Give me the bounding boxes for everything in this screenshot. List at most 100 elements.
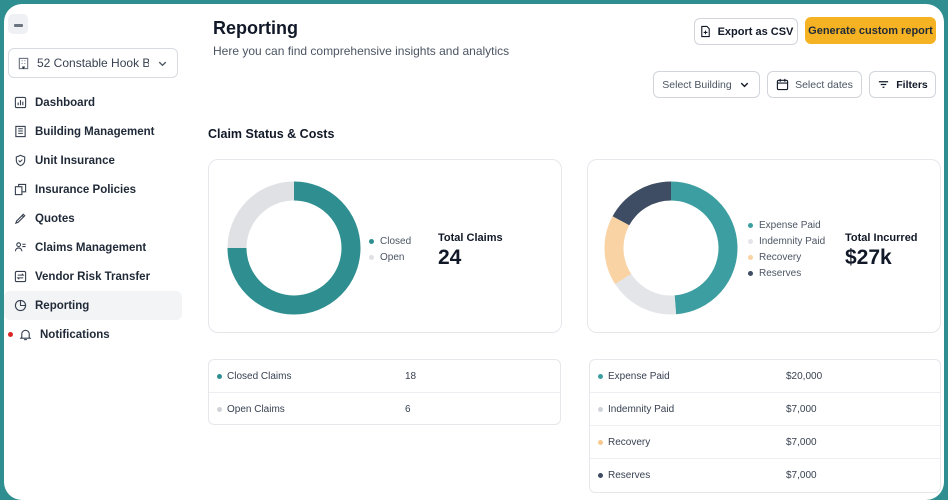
total-claims-label: Total Claims	[438, 232, 503, 244]
sidebar-nav: Dashboard Building Management Unit Insur…	[4, 88, 182, 349]
sidebar: 52 Constable Hook B... Dashboard Buildin…	[4, 4, 194, 500]
incurred-donut-chart	[604, 181, 738, 315]
incurred-table: Expense Paid $20,000 Indemnity Paid $7,0…	[589, 359, 941, 493]
row-name: Closed Claims	[209, 371, 405, 382]
page-subtitle: Here you can find comprehensive insights…	[213, 44, 510, 58]
row-name: Open Claims	[209, 404, 405, 415]
documents-icon	[14, 183, 27, 196]
claims-legend: Closed Open	[369, 233, 411, 265]
sidebar-item-building-management[interactable]: Building Management	[4, 117, 182, 146]
total-incurred-card: Expense Paid Indemnity Paid Recovery Res…	[587, 159, 941, 333]
total-incurred-value: $27k	[845, 246, 892, 269]
table-row: Closed Claims 18	[209, 360, 560, 393]
row-label: Indemnity Paid	[608, 403, 675, 415]
date-filter-button[interactable]: Select dates	[767, 71, 862, 98]
page-title: Reporting	[213, 18, 298, 38]
chevron-down-icon	[738, 78, 751, 91]
donut-slice-recovery	[604, 216, 632, 285]
donut-slice-indemnity-paid	[615, 273, 677, 315]
building-filter-dropdown[interactable]: Select Building	[653, 71, 760, 98]
row-dot	[598, 473, 603, 478]
filter-lines-icon	[877, 78, 890, 91]
donut-slice-expense-paid	[670, 181, 738, 315]
sidebar-item-label: Building Management	[35, 125, 155, 138]
building-icon	[14, 125, 27, 138]
row-value: $7,000	[786, 436, 817, 448]
row-value: $7,000	[786, 403, 817, 415]
legend-dot	[369, 254, 374, 260]
sidebar-item-quotes[interactable]: Quotes	[4, 204, 182, 233]
claims-icon	[14, 241, 27, 254]
building-filter-label: Select Building	[662, 78, 732, 91]
quote-icon	[14, 212, 27, 225]
export-csv-button[interactable]: Export as CSV	[694, 18, 798, 45]
table-row: Open Claims 6	[209, 393, 560, 426]
building-selector[interactable]: 52 Constable Hook B...	[8, 48, 178, 78]
legend-item-closed: Closed	[369, 233, 411, 249]
filters-button[interactable]: Filters	[869, 71, 936, 98]
row-label: Reserves	[608, 470, 651, 481]
app-logo[interactable]	[8, 14, 28, 34]
row-name: Recovery	[590, 437, 786, 448]
row-value: $7,000	[786, 470, 817, 481]
row-dot	[217, 407, 222, 412]
shield-icon	[14, 154, 27, 167]
legend-label: Recovery	[759, 251, 802, 263]
date-filter-label: Select dates	[795, 78, 853, 91]
dashboard-icon	[14, 96, 27, 109]
legend-label: Indemnity Paid	[759, 235, 826, 247]
incurred-legend: Expense Paid Indemnity Paid Recovery Res…	[748, 217, 825, 281]
legend-item-reserves: Reserves	[748, 265, 825, 281]
row-name: Reserves	[590, 470, 786, 481]
sidebar-item-label: Vendor Risk Transfer	[35, 270, 151, 283]
sidebar-item-claims-management[interactable]: Claims Management	[4, 233, 182, 262]
legend-dot	[748, 270, 753, 276]
sidebar-item-dashboard[interactable]: Dashboard	[4, 88, 182, 117]
donut-slice-open	[227, 181, 295, 249]
table-row: Recovery $7,000	[590, 426, 940, 459]
calendar-icon	[776, 78, 789, 91]
sidebar-item-label: Quotes	[35, 212, 75, 225]
legend-item-expense-paid: Expense Paid	[748, 217, 825, 233]
total-incurred-label: Total Incurred	[845, 232, 918, 244]
sidebar-item-insurance-policies[interactable]: Insurance Policies	[4, 175, 182, 204]
building-icon	[17, 57, 30, 70]
sidebar-item-label: Unit Insurance	[35, 154, 115, 167]
table-row: Reserves $7,000	[590, 459, 940, 492]
sidebar-item-unit-insurance[interactable]: Unit Insurance	[4, 146, 182, 175]
legend-item-open: Open	[369, 249, 411, 265]
donut-slice-reserves	[612, 181, 672, 226]
row-label: Closed Claims	[227, 370, 292, 382]
row-value: 6	[405, 404, 411, 415]
total-claims-value: 24	[438, 246, 462, 269]
row-dot	[598, 406, 603, 412]
claims-status-card: Closed Open Total Claims 24	[208, 159, 562, 333]
row-value: 18	[405, 370, 417, 382]
export-csv-label: Export as CSV	[717, 25, 794, 38]
row-name: Expense Paid	[590, 371, 786, 382]
sidebar-item-label: Claims Management	[35, 241, 147, 254]
sidebar-item-reporting[interactable]: Reporting	[4, 291, 182, 320]
legend-label: Reserves	[759, 267, 802, 279]
table-row: Indemnity Paid $7,000	[590, 393, 940, 426]
app-window: 52 Constable Hook B... Dashboard Buildin…	[4, 4, 944, 500]
filters-label: Filters	[896, 78, 928, 91]
claims-donut-chart	[227, 181, 361, 315]
building-selector-value: 52 Constable Hook B...	[37, 56, 149, 70]
legend-item-recovery: Recovery	[748, 249, 825, 265]
sidebar-item-notifications[interactable]: Notifications	[4, 320, 182, 349]
sidebar-item-vendor-risk-transfer[interactable]: Vendor Risk Transfer	[4, 262, 182, 291]
export-file-icon	[699, 25, 712, 38]
row-dot	[217, 373, 222, 379]
row-dot	[598, 439, 603, 445]
generate-report-label: Generate custom report	[808, 24, 933, 37]
claims-table: Closed Claims 18 Open Claims 6	[208, 359, 561, 425]
row-label: Recovery	[608, 436, 651, 448]
row-label: Open Claims	[227, 404, 285, 415]
row-label: Expense Paid	[608, 370, 670, 382]
legend-label: Expense Paid	[759, 219, 821, 231]
row-dot	[598, 373, 603, 379]
legend-dot	[748, 238, 753, 244]
generate-report-button[interactable]: Generate custom report	[805, 17, 936, 44]
sidebar-item-label: Reporting	[35, 299, 90, 312]
